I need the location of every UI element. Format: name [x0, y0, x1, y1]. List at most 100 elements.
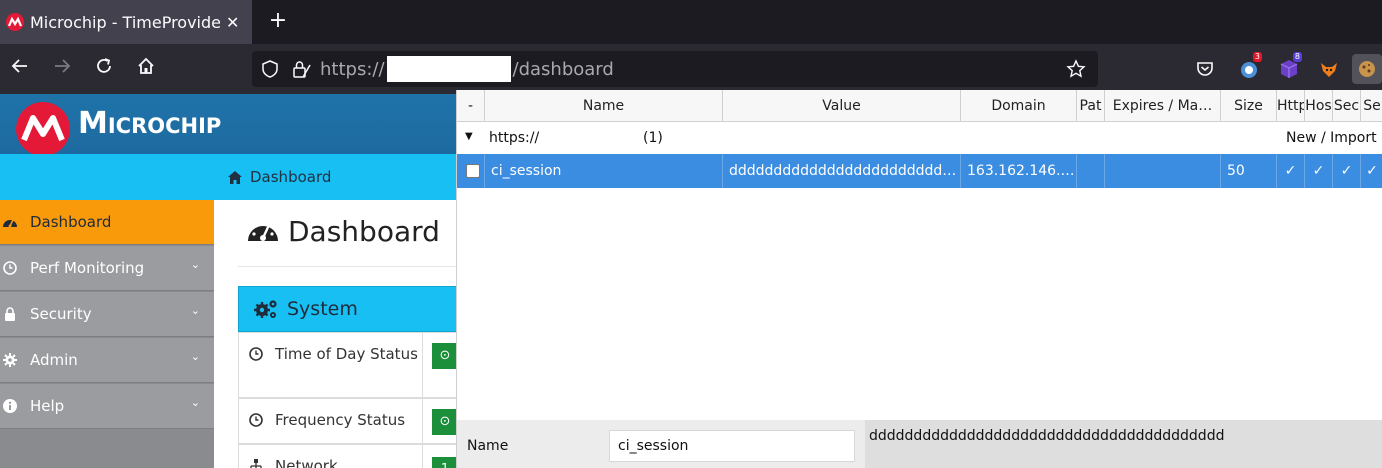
column-header-secure[interactable]: Sec — [1333, 90, 1361, 122]
divider — [422, 333, 423, 397]
column-header-expires[interactable]: Expires / Ma… — [1105, 90, 1221, 122]
column-header-hostonly[interactable]: Hos — [1305, 90, 1333, 122]
close-tab-icon[interactable]: ✕ — [226, 13, 239, 32]
cookie-editor-panel: - Name Value Domain Pat Expires / Ma… Si… — [456, 90, 1382, 468]
tab-bar: Microchip - TimeProvider ✕ + — [0, 0, 1382, 44]
column-header-select[interactable]: - — [457, 90, 485, 122]
extension-count-badge: 8 — [1292, 52, 1302, 62]
row-checkbox[interactable] — [466, 164, 480, 178]
sidebar-item-label: Admin — [30, 351, 78, 369]
microchip-favicon-icon — [4, 11, 26, 33]
sidebar-item-label: Dashboard — [30, 213, 112, 231]
status-row: Time of Day Status ⊙ — [238, 332, 460, 398]
sidebar-item-security[interactable]: Security ⌄ — [0, 292, 214, 337]
column-header-domain[interactable]: Domain — [961, 90, 1077, 122]
status-row: Network 1 — [238, 444, 460, 468]
column-header-name[interactable]: Name — [485, 90, 723, 122]
network-icon — [250, 459, 262, 468]
cookie-name-field[interactable]: ci_session — [609, 430, 855, 462]
lock-insecure-icon[interactable] — [288, 55, 316, 83]
column-header-session[interactable]: Se — [1361, 90, 1382, 122]
browser-tab[interactable]: Microchip - TimeProvider ✕ — [0, 0, 252, 44]
cookie-value-field[interactable]: dddddddddddddddddddddddddddddddddddddddd — [865, 420, 1382, 468]
divider — [422, 399, 423, 443]
cookie-name-cell[interactable]: ci_session — [485, 154, 723, 188]
extension-cube-icon[interactable]: 8 — [1274, 52, 1304, 84]
column-header-size[interactable]: Size — [1221, 90, 1277, 122]
extension-badge-icon[interactable]: 3 — [1234, 52, 1264, 84]
status-row: Frequency Status ⊙ — [238, 398, 460, 444]
chevron-down-icon: ⌄ — [190, 350, 200, 363]
cookie-domain-cell[interactable]: 163.162.146.… — [961, 154, 1077, 188]
cookie-editor-icon[interactable] — [1352, 54, 1382, 84]
navigation-toolbar: https:// /dashboard 3 8 — [0, 44, 1382, 94]
page-title: Dashboard — [246, 214, 440, 248]
url-text: https:// /dashboard — [320, 56, 614, 82]
microchip-logo-icon — [16, 102, 70, 156]
clock-icon — [249, 413, 263, 427]
chevron-down-icon: ⌄ — [190, 304, 200, 317]
extension-count-badge: 3 — [1252, 52, 1262, 62]
row-label: Time of Day Status — [249, 343, 419, 366]
breadcrumb[interactable]: Dashboard — [228, 168, 331, 186]
divider — [238, 266, 460, 267]
gear-icon — [2, 352, 18, 368]
bookmark-star-icon[interactable] — [1062, 55, 1090, 83]
cookie-value-cell[interactable]: dddddddddddddddddddddddd… — [723, 154, 961, 188]
divider — [422, 445, 423, 468]
fox-extension-icon[interactable] — [1314, 54, 1344, 84]
sidebar-item-label: Security — [30, 305, 92, 323]
sidebar-item-admin[interactable]: Admin ⌄ — [0, 338, 214, 383]
main-content: Dashboard System Time of Day Status ⊙ Fr… — [214, 200, 460, 468]
brand-header: Microchip — [0, 94, 460, 156]
cookie-detail-panel: Name ci_session dddddddddddddddddddddddd… — [457, 420, 1382, 468]
domain-group-row[interactable]: ▼ https:// (1) New / Import — [457, 122, 1382, 154]
row-label-text: Frequency Status — [275, 411, 406, 429]
httponly-check-icon[interactable]: ✓ — [1277, 154, 1305, 188]
cookie-row-selected[interactable]: ci_session dddddddddddddddddddddddd… 163… — [457, 154, 1382, 188]
new-import-button[interactable]: New / Import — [1286, 130, 1377, 146]
address-bar[interactable]: https:// /dashboard — [252, 51, 1098, 87]
secure-check-icon[interactable]: ✓ — [1333, 154, 1361, 188]
status-badge[interactable]: 1 — [432, 457, 458, 468]
new-tab-button[interactable]: + — [264, 8, 292, 36]
sidebar-item-perf-monitoring[interactable]: Perf Monitoring ⌄ — [0, 246, 214, 291]
sidebar-item-help[interactable]: Help ⌄ — [0, 384, 214, 429]
lock-icon — [2, 306, 18, 322]
clock-icon — [249, 347, 263, 361]
column-header-httponly[interactable]: Http — [1277, 90, 1305, 122]
page-title-text: Dashboard — [288, 214, 440, 248]
group-count: (1) — [643, 130, 663, 146]
back-arrow-icon[interactable] — [6, 55, 34, 83]
row-label: Frequency Status — [249, 409, 424, 432]
logo-text: Microchip — [78, 106, 222, 141]
sidebar-item-label: Help — [30, 397, 65, 415]
tab-title: Microchip - TimeProvider — [30, 12, 220, 32]
column-header-value[interactable]: Value — [723, 90, 961, 122]
panel-title: System — [287, 298, 358, 320]
detail-name-label: Name — [467, 438, 509, 454]
hostonly-check-icon[interactable]: ✓ — [1305, 154, 1333, 188]
home-icon[interactable] — [132, 55, 160, 83]
cookie-expires-cell[interactable] — [1105, 154, 1221, 188]
column-header-path[interactable]: Pat — [1077, 90, 1105, 122]
sidebar-item-dashboard[interactable]: Dashboard — [0, 200, 214, 245]
breadcrumb-label: Dashboard — [250, 168, 332, 186]
reload-icon[interactable] — [90, 55, 118, 83]
chevron-down-icon: ⌄ — [190, 396, 200, 409]
cookie-path-cell[interactable] — [1077, 154, 1105, 188]
forward-arrow-icon[interactable] — [48, 55, 76, 83]
pocket-icon[interactable] — [1190, 54, 1220, 84]
triangle-down-icon[interactable]: ▼ — [465, 131, 473, 142]
tachometer-icon — [248, 220, 278, 241]
system-panel-header: System — [238, 286, 460, 332]
status-badge[interactable]: ⊙ — [432, 343, 458, 369]
shield-icon[interactable] — [256, 55, 284, 83]
info-icon — [2, 398, 18, 414]
status-badge[interactable]: ⊙ — [432, 409, 458, 435]
url-path: /dashboard — [512, 58, 614, 80]
sidebar-item-label: Perf Monitoring — [30, 259, 145, 277]
cookie-size-cell[interactable]: 50 — [1221, 154, 1277, 188]
session-check-icon[interactable]: ✓ — [1361, 154, 1382, 188]
row-checkbox-cell — [457, 154, 485, 188]
